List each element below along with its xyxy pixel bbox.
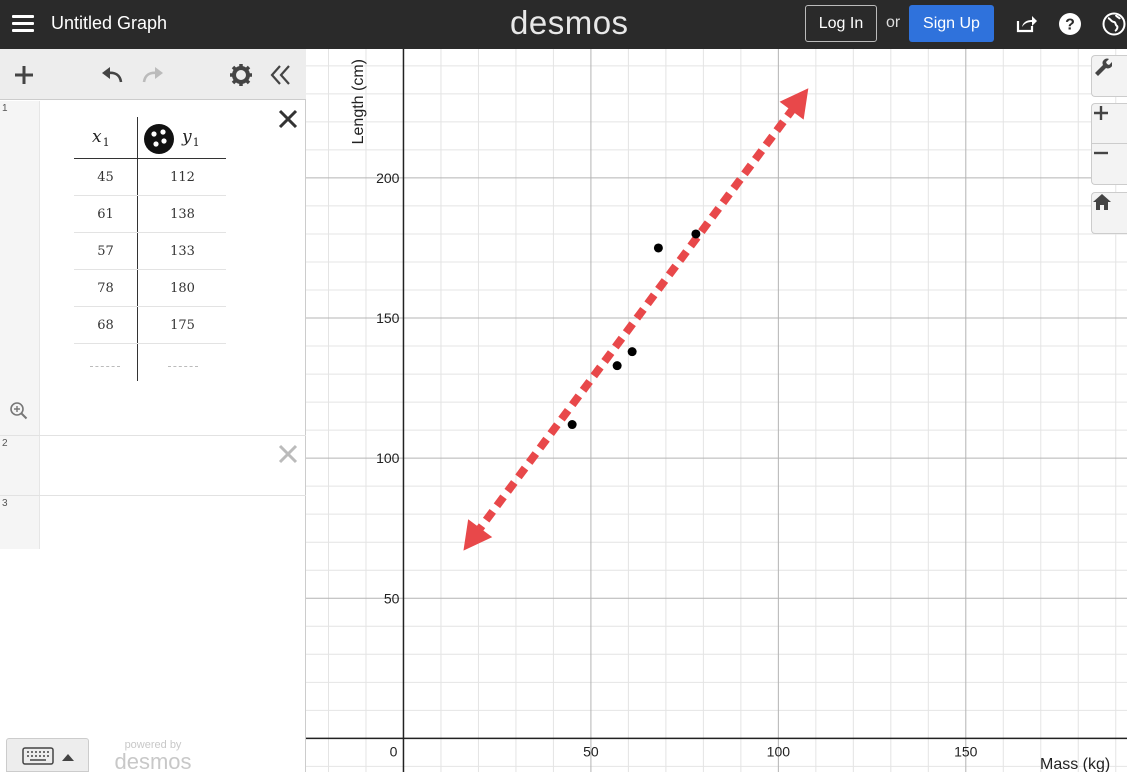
graph-settings-button[interactable] (1092, 56, 1127, 96)
zoom-fit-icon[interactable] (9, 401, 29, 421)
empty-cell-placeholder[interactable] (90, 366, 120, 367)
data-point (567, 420, 577, 430)
redo-icon[interactable] (140, 62, 166, 88)
zoom-out-icon (1094, 151, 1108, 155)
delete-expression-icon[interactable] (277, 108, 299, 130)
data-point (627, 347, 637, 357)
data-table[interactable]: x1 y1 45 112 61 138 57 133 78 180 68 175 (74, 117, 226, 381)
login-button[interactable]: Log In (805, 5, 877, 42)
home-icon (1093, 194, 1111, 210)
x-axis-label: Mass (kg) (1040, 756, 1111, 772)
wrench-icon (1095, 58, 1112, 76)
row-divider (0, 495, 306, 496)
desmos-logo: desmos (510, 4, 629, 41)
table-cell[interactable]: 57 (74, 244, 137, 259)
table-cell[interactable]: 180 (149, 281, 216, 296)
tick-labels: 50 100 150 50 100 150 200 0 (376, 170, 978, 759)
y-tick-label: 100 (376, 450, 400, 466)
x-tick-label: 50 (583, 743, 599, 759)
arrow-shaft (472, 101, 800, 537)
expression-number: 2 (2, 438, 8, 449)
origin-label: 0 (390, 743, 398, 759)
expression-number: 1 (2, 103, 8, 114)
data-point (612, 361, 622, 371)
y-tick-label: 200 (376, 170, 400, 186)
share-icon[interactable] (1014, 12, 1038, 36)
collapse-panel-icon[interactable] (268, 62, 294, 88)
table-cell[interactable]: 112 (149, 170, 216, 185)
table-cell[interactable]: 68 (74, 318, 137, 333)
axes (306, 49, 1127, 772)
graph-title[interactable]: Untitled Graph (51, 13, 167, 34)
point-style-icon[interactable] (143, 123, 175, 155)
table-cell[interactable]: 133 (149, 244, 216, 259)
default-view-panel (1091, 192, 1127, 234)
y-tick-label: 50 (384, 590, 400, 606)
keyboard-icon (22, 747, 54, 765)
signup-button[interactable]: Sign Up (909, 5, 994, 42)
globe-icon[interactable] (1102, 12, 1126, 36)
expression-toolbar (0, 49, 306, 100)
row-divider (0, 435, 306, 436)
arrow-head-start (463, 519, 493, 551)
y-axis-label: Length (cm) (350, 59, 367, 145)
powered-by-desmos[interactable]: powered by desmos (108, 739, 198, 772)
or-text: or (886, 14, 901, 31)
red-dashed-arrow (463, 88, 809, 551)
desmos-app: Untitled Graph desmos Log In or Sign Up … (0, 0, 1127, 772)
table-row: 45 112 (74, 159, 226, 196)
data-point (691, 229, 701, 239)
table-header: x1 y1 (74, 117, 226, 159)
x-tick-label: 150 (954, 743, 978, 759)
empty-cell-placeholder[interactable] (168, 366, 198, 367)
table-row: 78 180 (74, 270, 226, 307)
arrow-head-end (779, 88, 809, 120)
major-gridlines (306, 49, 1127, 772)
y-tick-label: 150 (376, 310, 400, 326)
column-header-x[interactable]: x1 (92, 127, 110, 149)
table-cell[interactable]: 78 (74, 281, 137, 296)
table-cell[interactable]: 138 (149, 207, 216, 222)
expression-panel: 1 2 3 x1 y1 45 112 61 138 57 133 78 180 … (0, 49, 306, 772)
x-tick-label: 100 (767, 743, 791, 759)
caret-up-icon (62, 754, 74, 761)
hamburger-menu-icon[interactable] (12, 13, 34, 33)
graph-settings-panel (1091, 55, 1127, 97)
table-cell[interactable]: 175 (149, 318, 216, 333)
minor-gridlines (306, 49, 1127, 772)
graph-paper[interactable]: 50 100 150 50 100 150 200 0 Length (cm) Mass (k… (306, 49, 1127, 772)
svg-text:?: ? (1065, 17, 1075, 34)
table-cell[interactable]: 61 (74, 207, 137, 222)
table-row: 61 138 (74, 196, 226, 233)
delete-expression-icon[interactable] (277, 443, 299, 465)
help-icon[interactable]: ? (1058, 12, 1082, 36)
powered-by-logo: desmos (114, 749, 192, 772)
expression-gutter[interactable] (0, 101, 40, 435)
keyboard-toggle-button[interactable] (6, 738, 89, 772)
zoom-controls (1091, 103, 1127, 185)
table-row: 68 175 (74, 307, 226, 344)
column-header-y[interactable]: y1 (182, 127, 200, 149)
plus-icon[interactable] (11, 62, 37, 88)
expression-number: 3 (2, 498, 8, 509)
zoom-in-button[interactable] (1092, 104, 1127, 144)
undo-icon[interactable] (99, 62, 125, 88)
zoom-out-button[interactable] (1092, 144, 1127, 184)
graph-canvas[interactable]: 50 100 150 50 100 150 200 0 (306, 49, 1127, 772)
top-bar: Untitled Graph desmos Log In or Sign Up … (0, 0, 1127, 49)
table-cell[interactable]: 45 (74, 170, 137, 185)
default-viewport-button[interactable] (1092, 193, 1127, 233)
zoom-in-icon (1094, 106, 1108, 120)
table-row: 57 133 (74, 233, 226, 270)
data-point (653, 243, 663, 253)
gear-icon[interactable] (228, 62, 254, 88)
table-empty-row[interactable] (74, 344, 226, 381)
